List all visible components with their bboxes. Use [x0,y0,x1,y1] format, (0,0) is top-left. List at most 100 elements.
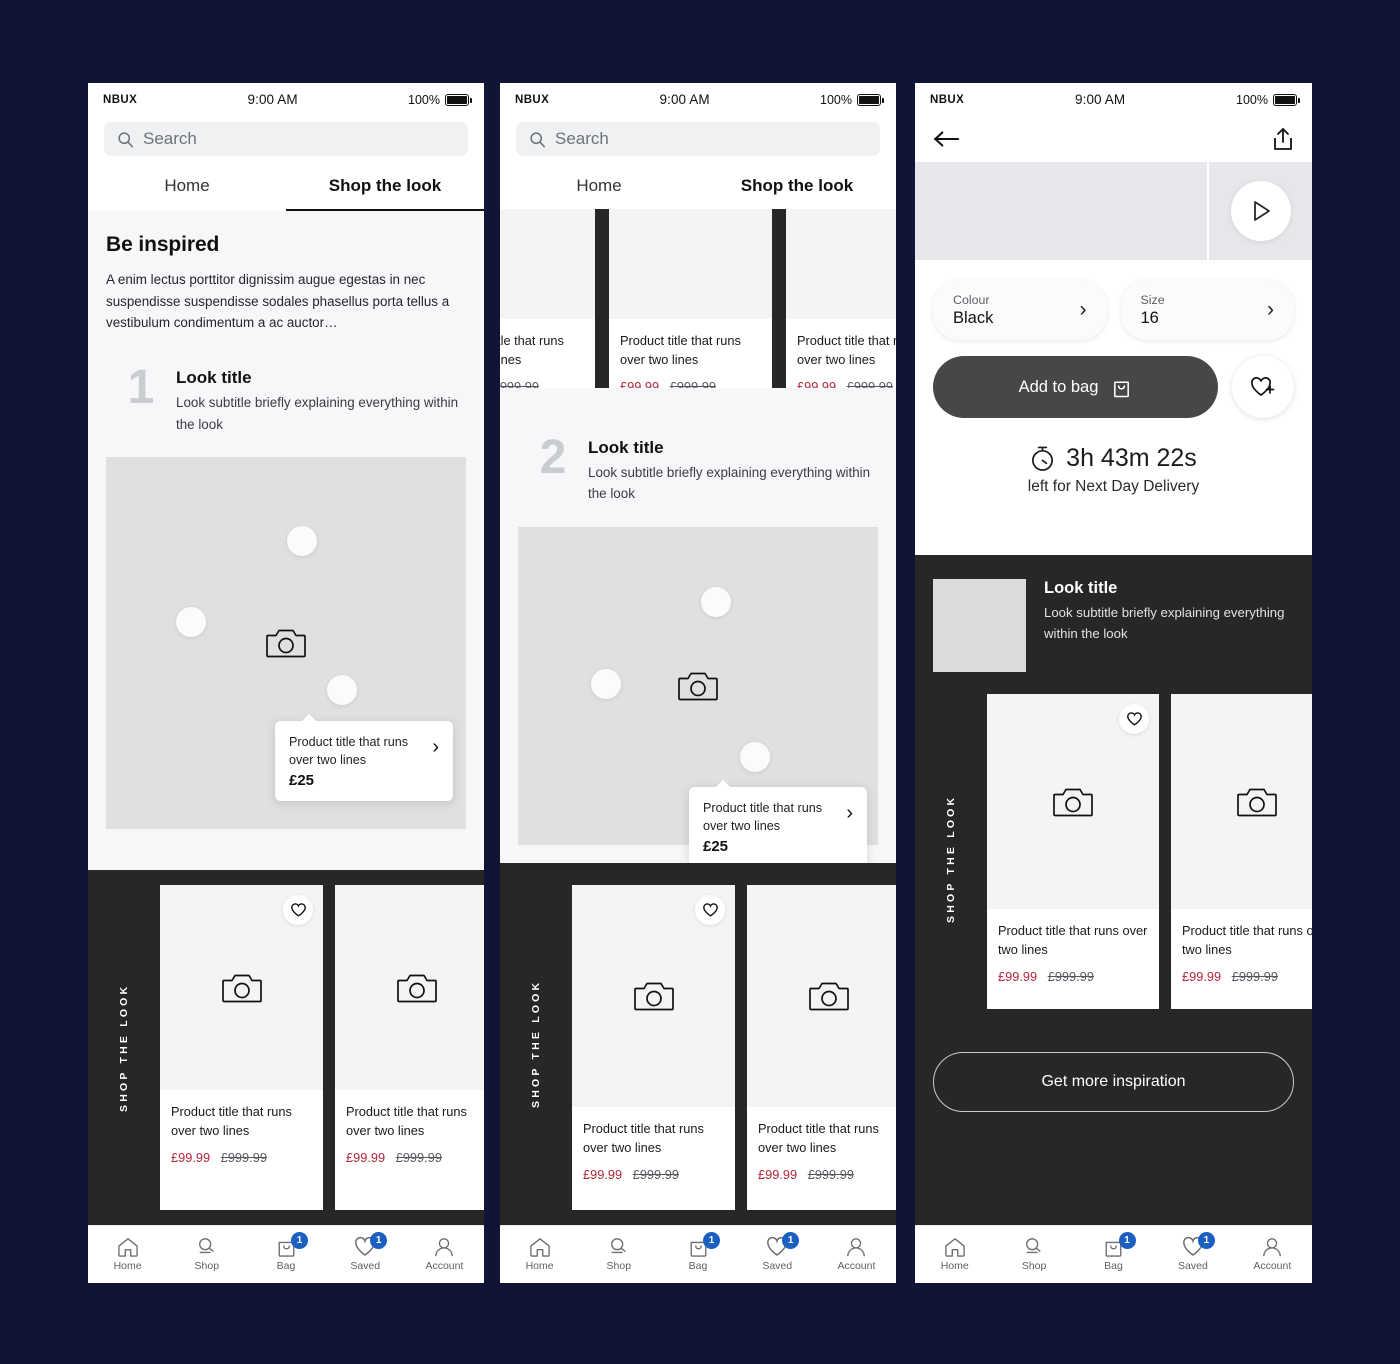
chevron-right-icon: › [1079,298,1087,321]
nav-item-saved[interactable]: 1 Saved [738,1232,817,1272]
nav-item-shop[interactable]: Shop [167,1237,246,1272]
product-card[interactable]: Product title that runs over two lines £… [572,885,735,1210]
hotspot-dot-active[interactable] [327,674,357,705]
countdown-caption: left for Next Day Delivery [1027,478,1200,495]
save-heart-button[interactable] [283,895,313,925]
hotspot-dot[interactable] [591,668,621,699]
look-title: Look title [588,438,664,457]
nav-item-shop[interactable]: Shop [579,1237,658,1272]
camera-placeholder-icon [678,672,718,701]
be-inspired-section: Be inspired A enim lectus porttitor dign… [88,211,484,338]
hotspot-product-card[interactable]: Product title that runs over two lines £… [275,714,453,802]
product-prices: £99.99 £999.99 [583,1167,724,1182]
camera-placeholder-icon [221,974,262,1002]
look-meta: Look title Look subtitle briefly explain… [588,438,878,505]
bottom-navigation: Home Shop 1 Bag 1 Saved Account [88,1225,484,1283]
nav-label: Saved [762,1260,793,1272]
product-was-price: £999.99 [395,1150,442,1166]
nav-item-saved[interactable]: 1 Saved [1153,1232,1232,1272]
size-selector[interactable]: Size 16 › [1120,280,1294,340]
hotspot-product-title: Product title that runs over two lines [703,800,823,834]
play-button[interactable] [1230,181,1291,241]
nav-item-home[interactable]: Home [88,1237,167,1272]
gallery-main-image[interactable] [915,162,1209,260]
nav-item-bag[interactable]: 1 Bag [1074,1232,1153,1272]
tab-home[interactable]: Home [500,168,698,211]
hotspot-product-title: Product title that runs over two lines [289,734,409,768]
nav-label: Account [1253,1260,1292,1272]
nav-item-saved[interactable]: 1 Saved [326,1232,405,1272]
product-image [747,885,896,1107]
product-prices: £99.99 £999.99 [998,969,1148,984]
search-placeholder: Search [555,129,609,148]
nav-item-account[interactable]: Account [1233,1237,1312,1272]
product-card[interactable]: Product title that runs over two lines £… [1171,694,1312,1009]
product-image [160,885,323,1090]
add-to-bag-button[interactable]: Add to bag [933,356,1218,418]
heart-icon [702,903,718,917]
shop-the-look-shelf: SHOP THE LOOK Product title that runs ov… [500,863,896,1225]
hotspot-dot[interactable] [287,525,317,556]
product-card[interactable]: Product title that runs over two lines £… [747,885,896,1210]
screenshot-canvas: NBUX 9:00 AM 100% Search Home Shop the l… [0,0,1400,1364]
colour-selector[interactable]: Colour Black › [933,280,1107,340]
tab-shop-the-look[interactable]: Shop the look [286,168,484,211]
nav-item-home[interactable]: Home [500,1237,579,1272]
product-card[interactable]: Product title that runs over two lines £… [335,885,484,1210]
nav-item-shop[interactable]: Shop [994,1237,1073,1272]
search-input[interactable]: Search [104,122,468,156]
product-was-price: £999.99 [220,1150,267,1166]
variant-selectors: Colour Black › Size 16 › [915,260,1312,340]
search-icon [118,131,134,147]
nav-item-account[interactable]: Account [817,1237,896,1272]
nav-label: Home [940,1260,969,1272]
product-card[interactable]: Product title that runs over two lines £… [160,885,323,1210]
bag-badge: 1 [1118,1232,1136,1249]
saved-badge: 1 [1197,1232,1215,1249]
product-carousel[interactable]: Product title that runs over two lines £… [160,870,484,1225]
action-row: Add to bag [915,340,1312,418]
gallery-video-thumb[interactable] [1209,162,1312,260]
product-image [572,885,735,1107]
shelf-label: SHOP THE LOOK [530,979,542,1109]
save-heart-button[interactable] [1119,704,1149,734]
detail-nav-bar [915,116,1312,162]
save-to-wishlist-button[interactable] [1232,356,1294,418]
product-carousel[interactable]: Product title that runs over two lines £… [572,863,896,1225]
battery-percent: 100% [408,92,440,107]
nav-label: Home [113,1260,142,1272]
product-image [500,209,595,319]
product-was-price: £999.99 [632,1167,679,1183]
nav-item-bag[interactable]: 1 Bag [246,1232,325,1272]
save-heart-button[interactable] [695,895,725,925]
status-brand: NBUX [515,93,550,106]
product-info: Product title that runs over two lines £… [1171,909,1312,998]
size-value: 16 [1140,308,1159,327]
nav-item-home[interactable]: Home [915,1237,994,1272]
nav-item-account[interactable]: Account [405,1237,484,1272]
status-time: 9:00 AM [247,92,298,107]
look-hero-image[interactable]: Product title that runs over two lines £… [518,526,878,868]
hotspot-dot[interactable] [701,586,731,617]
camera-placeholder-icon [266,629,306,658]
hotspot-dot[interactable] [176,606,206,637]
product-gallery[interactable] [915,162,1312,260]
get-more-inspiration-button[interactable]: Get more inspiration [933,1052,1294,1112]
search-input[interactable]: Search [516,122,880,156]
camera-placeholder-icon [633,982,674,1011]
nav-item-bag[interactable]: 1 Bag [658,1232,737,1272]
hotspot-dot-active[interactable] [740,741,770,772]
tab-bar: Home Shop the look [500,168,896,211]
product-card[interactable]: Product title that runs over two lines £… [987,694,1159,1009]
status-battery-group: 100% [1236,93,1300,107]
product-title: Product title that runs over two lines [998,923,1148,958]
look-hero-image[interactable]: Product title that runs over two lines £… [106,456,466,829]
tab-home[interactable]: Home [88,168,286,211]
hotspot-product-card[interactable]: Product title that runs over two lines £… [689,779,867,868]
account-icon [1263,1238,1282,1257]
tab-shop-the-look[interactable]: Shop the look [698,168,896,211]
product-carousel[interactable]: Product title that runs over two lines £… [987,694,1312,1024]
look-title: Look title [176,368,252,388]
back-arrow-icon[interactable] [933,129,961,149]
share-icon[interactable] [1272,127,1294,151]
